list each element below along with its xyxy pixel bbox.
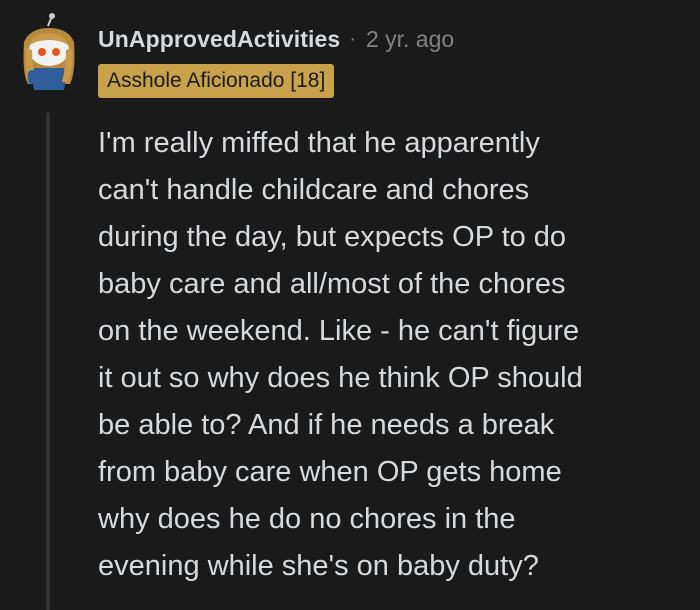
comment: UnApprovedActivities · 2 yr. ago Asshole…	[0, 0, 700, 610]
thread-collapse-line[interactable]	[46, 112, 50, 610]
comment-body-line: I'm really miffed that he apparently	[98, 127, 540, 159]
comment-body-line: on the weekend. Like - he can't figure	[98, 315, 580, 347]
comment-body-line: baby care and all/most of the chores	[98, 268, 566, 300]
comment-timestamp[interactable]: 2 yr. ago	[366, 26, 454, 53]
comment-body-line: evening while she's on baby duty?	[98, 550, 539, 582]
meta-separator: ·	[349, 27, 356, 50]
comment-body-line: during the day, but expects OP to do	[98, 221, 567, 253]
comment-header: UnApprovedActivities · 2 yr. ago	[98, 22, 454, 56]
comment-body: I'm really miffed that he apparently can…	[98, 120, 688, 590]
comment-body-line: can't handle childcare and chores	[98, 174, 530, 206]
comment-body-line: from baby care when OP gets home	[98, 456, 562, 488]
comment-body-line: be able to? And if he needs a break	[98, 409, 555, 441]
comment-body-line: why does he do no chores in the	[98, 503, 516, 535]
snoo-avatar-icon	[23, 13, 75, 90]
comment-body-line: it out so why does he think OP should	[98, 362, 583, 394]
username-link[interactable]: UnApprovedActivities	[98, 26, 340, 53]
user-avatar[interactable]	[18, 12, 82, 90]
user-flair-badge: Asshole Aficionado [18]	[98, 64, 335, 98]
